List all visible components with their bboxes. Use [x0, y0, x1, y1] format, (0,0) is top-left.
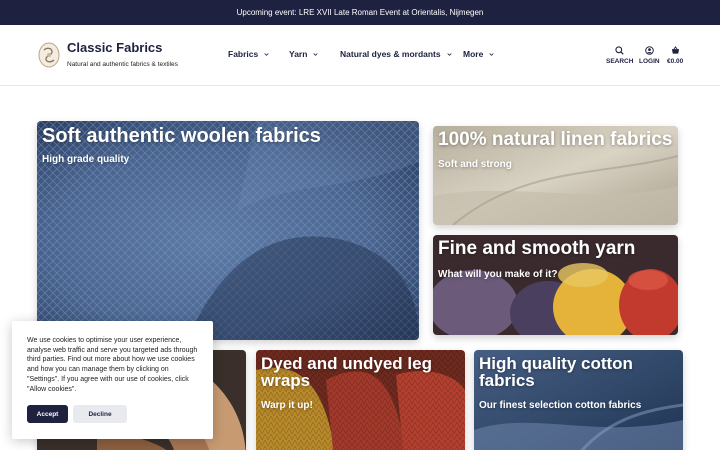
cart-total: €0.00	[667, 58, 684, 65]
brand-title[interactable]: Classic Fabrics	[67, 40, 162, 55]
search-button[interactable]: SEARCH	[606, 46, 633, 65]
nav-label: Natural dyes & mordants	[340, 49, 441, 59]
decline-cookies-button[interactable]: Decline	[73, 405, 127, 423]
tile-subtitle: Warp it up!	[261, 400, 313, 411]
nav-label: Yarn	[289, 49, 308, 59]
chevron-down-icon	[489, 52, 494, 56]
login-button[interactable]: LOGIN	[639, 46, 660, 65]
nav-item-natural-dyes[interactable]: Natural dyes & mordants	[340, 49, 452, 59]
nav-label: Fabrics	[228, 49, 259, 59]
announcement-bar: Upcoming event: LRE XVII Late Roman Even…	[0, 0, 720, 25]
cart-icon	[671, 46, 679, 54]
tile-title: Fine and smooth yarn	[438, 238, 636, 259]
search-label: SEARCH	[606, 58, 634, 65]
chevron-down-icon	[313, 52, 319, 56]
nav-item-fabrics[interactable]: Fabrics	[228, 49, 269, 59]
tile-subtitle: What will you make of it?	[438, 269, 558, 280]
search-icon	[615, 46, 624, 55]
category-tile-cotton[interactable]: High quality cotton fabrics Our finest s…	[474, 350, 683, 450]
nav-item-more[interactable]: More	[463, 49, 494, 59]
category-tile-yarn[interactable]: Fine and smooth yarn What will you make …	[433, 235, 678, 335]
brand-tagline: Natural and authentic fabrics & textiles	[67, 61, 178, 68]
cookie-message: We use cookies to optimise your user exp…	[27, 337, 198, 393]
tile-title: 100% natural linen fabrics	[438, 129, 673, 150]
category-tile-linen[interactable]: 100% natural linen fabrics Soft and stro…	[433, 126, 678, 225]
cookie-banner: We use cookies to optimise your user exp…	[12, 321, 213, 439]
tile-title: Dyed and undyed leg wraps	[261, 354, 432, 390]
site-header: Classic Fabrics Natural and authentic fa…	[0, 25, 720, 86]
nav-label: More	[463, 49, 484, 59]
cart-button[interactable]: €0.00	[667, 46, 683, 65]
chevron-down-icon	[446, 52, 452, 56]
category-tile-wool[interactable]: Soft authentic woolen fabrics High grade…	[37, 121, 419, 340]
category-tile-leg-wraps[interactable]: Dyed and undyed leg wraps Warp it up!	[256, 350, 465, 450]
tile-title: High quality cotton fabrics	[479, 354, 633, 390]
tile-subtitle: High grade quality	[42, 154, 130, 165]
logo-icon[interactable]	[37, 41, 61, 69]
chevron-down-icon	[264, 52, 269, 56]
tile-title: Soft authentic woolen fabrics	[42, 125, 321, 147]
announcement-text[interactable]: Upcoming event: LRE XVII Late Roman Even…	[237, 8, 484, 17]
accept-cookies-button[interactable]: Accept	[27, 405, 68, 423]
tile-subtitle: Soft and strong	[438, 159, 512, 170]
login-label: LOGIN	[639, 58, 660, 65]
nav-item-yarn[interactable]: Yarn	[289, 49, 319, 59]
user-icon	[645, 46, 654, 55]
tile-subtitle: Our finest selection cotton fabrics	[479, 400, 642, 411]
